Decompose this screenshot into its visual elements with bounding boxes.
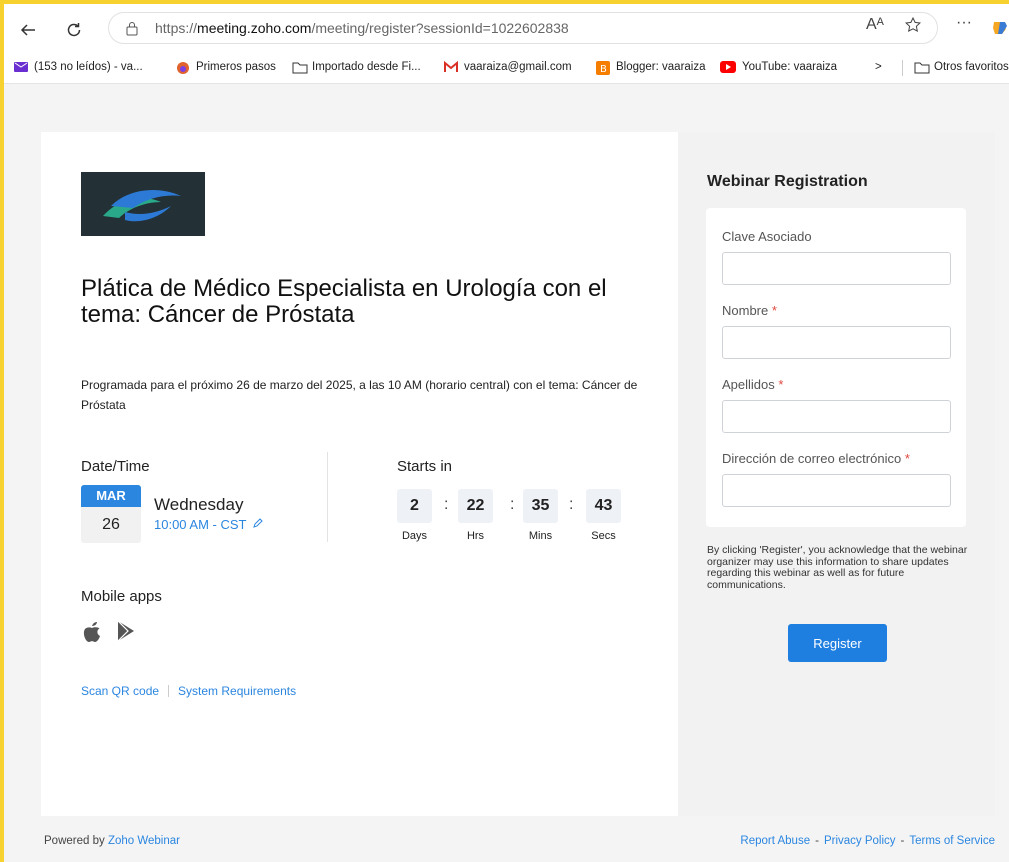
youtube-icon	[720, 61, 736, 73]
countdown-mins-unit: Mins	[528, 530, 553, 542]
edit-pencil-icon[interactable]	[252, 517, 264, 532]
link-divider	[168, 685, 170, 697]
back-arrow-icon[interactable]	[14, 16, 42, 44]
countdown-hours-value: 22	[458, 489, 493, 523]
privacy-policy-link[interactable]: Privacy Policy	[824, 835, 896, 847]
countdown-separator: :	[510, 496, 515, 513]
address-bar-area: https://meeting.zoho.com/meeting/registe…	[4, 4, 1009, 52]
countdown-hours-unit: Hrs	[466, 530, 485, 542]
svg-text:B: B	[600, 64, 607, 75]
date-month: MAR	[81, 485, 141, 507]
required-asterisk: *	[904, 451, 910, 466]
event-weekday: Wednesday	[154, 495, 244, 514]
folder-icon	[914, 61, 930, 74]
event-description: Programada para el próximo 26 de marzo d…	[81, 378, 638, 412]
nombre-input[interactable]	[722, 326, 951, 359]
mail-icon	[14, 61, 28, 73]
mobile-apps-label: Mobile apps	[81, 588, 162, 605]
required-asterisk: *	[778, 377, 784, 392]
date-badge: MAR 26	[81, 485, 141, 543]
google-play-icon[interactable]	[115, 620, 139, 642]
favorite-star-icon[interactable]	[904, 16, 922, 39]
browser-window: https://meeting.zoho.com/meeting/registe…	[4, 4, 1009, 862]
registration-title: Webinar Registration	[707, 173, 868, 190]
countdown-days-value: 2	[397, 489, 432, 523]
read-aloud-icon[interactable]: Aᴬ	[866, 16, 884, 34]
bookmark-importado[interactable]: Importado desde Fi...	[292, 61, 421, 74]
event-details-card: Plática de Médico Especialista en Urolog…	[41, 132, 678, 816]
page-content: Plática de Médico Especialista en Urolog…	[10, 85, 1009, 862]
countdown-secs-unit: Secs	[591, 530, 616, 542]
field-label-clave: Clave Asociado	[722, 229, 812, 244]
registration-panel: Webinar Registration Clave Asociado Nomb…	[678, 132, 995, 816]
bookmark-gmail[interactable]: vaaraiza@gmail.com	[444, 60, 572, 73]
required-asterisk: *	[771, 303, 777, 318]
folder-icon	[292, 61, 308, 74]
apple-icon[interactable]	[81, 620, 105, 642]
url-text: https://meeting.zoho.com/meeting/registe…	[155, 20, 569, 36]
vertical-divider	[327, 452, 328, 542]
bookmark-mail[interactable]: (153 no leídos) - va...	[14, 61, 143, 73]
url-field[interactable]: https://meeting.zoho.com/meeting/registe…	[108, 12, 938, 44]
help-links: Scan QR code System Requirements	[81, 684, 296, 698]
refresh-icon[interactable]	[60, 16, 88, 44]
event-title: Plática de Médico Especialista en Urolog…	[81, 275, 607, 328]
clave-asociado-input[interactable]	[722, 252, 951, 285]
field-label-email: Dirección de correo electrónico *	[722, 451, 910, 466]
copilot-icon[interactable]	[991, 18, 1009, 36]
countdown-mins-value: 35	[523, 489, 558, 523]
lock-icon	[125, 20, 139, 41]
starts-in-label: Starts in	[397, 458, 453, 475]
more-menu-icon[interactable]: ···	[956, 14, 972, 32]
bookmark-divider	[902, 60, 903, 76]
consent-text: By clicking 'Register', you acknowledge …	[707, 544, 968, 591]
blogger-icon: B	[596, 61, 610, 75]
bookmarks-bar: (153 no leídos) - va... Primeros pasos I…	[4, 52, 1009, 84]
registration-form: Clave Asociado Nombre * Apellidos * Dire…	[706, 208, 966, 527]
countdown-days-unit: Days	[401, 530, 428, 542]
countdown-separator: :	[569, 496, 574, 513]
apellidos-input[interactable]	[722, 400, 951, 433]
bookmark-primeros-pasos[interactable]: Primeros pasos	[176, 61, 276, 74]
bookmark-otros-favoritos[interactable]: Otros favoritos	[914, 61, 1009, 74]
field-label-apellidos: Apellidos *	[722, 377, 784, 392]
system-requirements-link[interactable]: System Requirements	[178, 684, 296, 698]
report-abuse-link[interactable]: Report Abuse	[740, 835, 810, 847]
date-day: 26	[102, 516, 120, 533]
bookmarks-overflow-chevron-icon[interactable]: >	[875, 61, 882, 73]
event-time-link[interactable]: 10:00 AM - CST	[154, 517, 264, 532]
bookmark-blogger[interactable]: B Blogger: vaaraiza	[596, 61, 706, 75]
firefox-icon	[176, 61, 190, 74]
zoho-webinar-link[interactable]: Zoho Webinar	[108, 835, 180, 847]
field-label-nombre: Nombre *	[722, 303, 777, 318]
scan-qr-link[interactable]: Scan QR code	[81, 684, 159, 698]
organizer-logo	[81, 172, 205, 236]
powered-by: Powered by Zoho Webinar	[44, 835, 180, 847]
bookmark-youtube[interactable]: YouTube: vaaraiza	[720, 61, 837, 73]
email-input[interactable]	[722, 474, 951, 507]
date-time-label: Date/Time	[81, 458, 150, 475]
terms-of-service-link[interactable]: Terms of Service	[909, 835, 995, 847]
countdown-secs-value: 43	[586, 489, 621, 523]
gmail-icon	[444, 60, 458, 73]
register-button[interactable]: Register	[788, 624, 887, 662]
footer-links: Report Abuse - Privacy Policy - Terms of…	[740, 835, 995, 847]
countdown-separator: :	[444, 496, 449, 513]
